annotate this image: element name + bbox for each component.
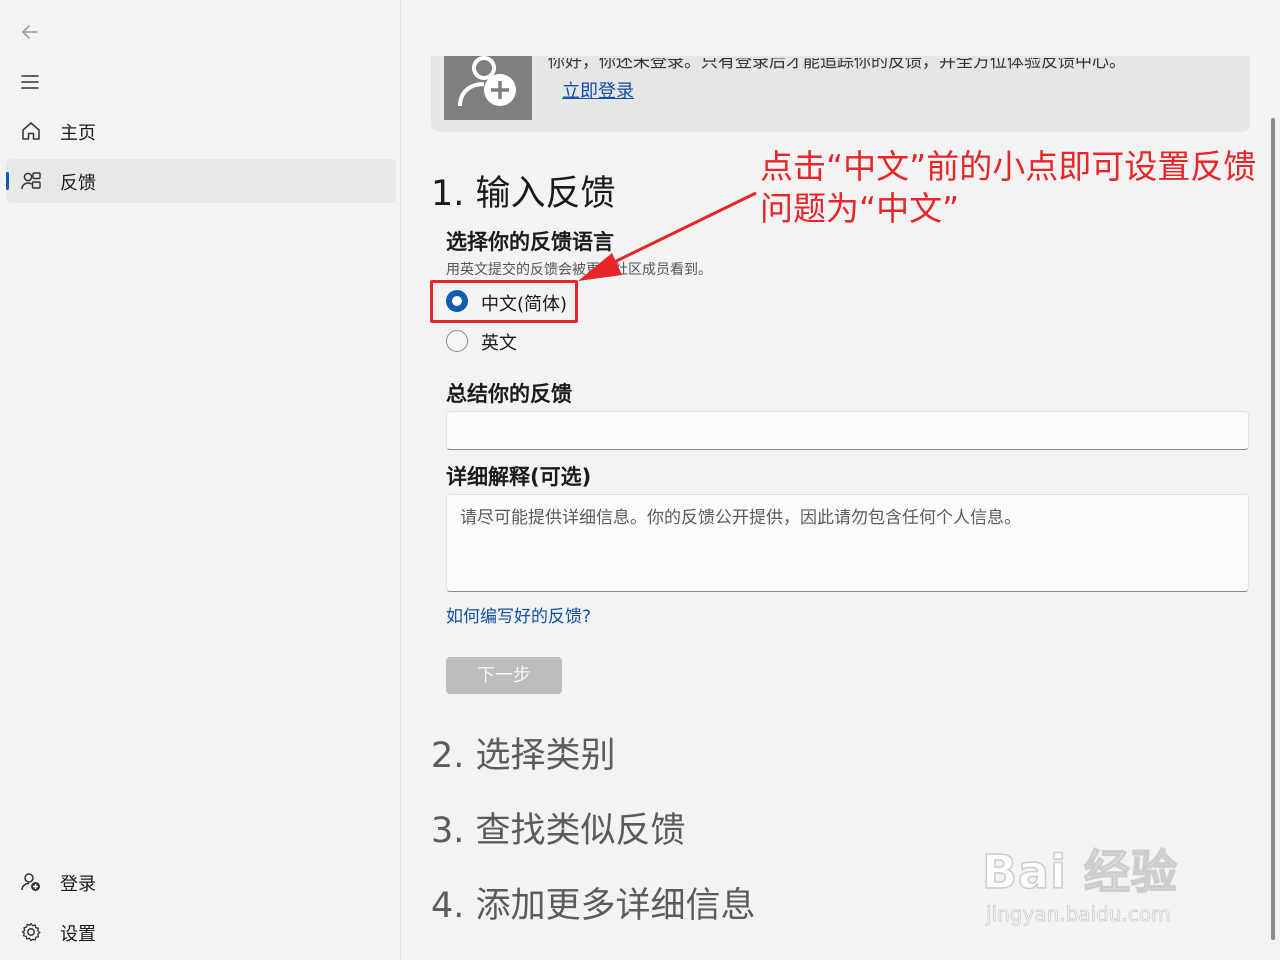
sidebar-item-home[interactable]: 主页 xyxy=(6,109,396,153)
next-button[interactable]: 下一步 xyxy=(446,657,562,694)
sidebar-item-feedback[interactable]: 反馈 xyxy=(6,159,396,203)
language-heading: 选择你的反馈语言 xyxy=(446,230,614,254)
menu-button[interactable] xyxy=(18,70,42,94)
sidebar-item-sign-in[interactable]: 登录 xyxy=(6,860,396,904)
step-3-title: 3. 查找类似反馈 xyxy=(431,811,686,851)
add-user-avatar xyxy=(444,56,532,120)
sign-in-icon xyxy=(20,871,42,893)
home-icon xyxy=(20,120,42,142)
sign-in-now-link[interactable]: 立即登录 xyxy=(562,77,634,103)
details-placeholder: 请尽可能提供详细信息。你的反馈公开提供，因此请勿包含任何个人信息。 xyxy=(460,508,1021,528)
details-heading: 详细解释(可选) xyxy=(446,465,592,489)
step-2-title: 2. 选择类别 xyxy=(431,736,616,776)
step-4-title: 4. 添加更多详细信息 xyxy=(431,886,756,926)
sidebar-item-settings[interactable]: 设置 xyxy=(6,910,396,954)
annotation-highlight-box xyxy=(430,280,578,323)
radio-english-label[interactable]: 英文 xyxy=(481,329,517,355)
back-arrow-icon xyxy=(22,25,38,39)
sidebar-item-label: 登录 xyxy=(60,874,96,895)
summary-heading: 总结你的反馈 xyxy=(446,382,572,406)
hamburger-icon xyxy=(21,75,39,89)
back-button[interactable] xyxy=(18,20,42,44)
sidebar-item-label: 设置 xyxy=(60,924,96,945)
selection-indicator xyxy=(6,172,9,190)
how-to-write-feedback-link[interactable]: 如何编写好的反馈? xyxy=(446,602,591,627)
scrollbar-thumb[interactable] xyxy=(1271,118,1275,940)
gear-icon xyxy=(20,921,42,943)
watermark-main: Bai 经验 xyxy=(981,844,1178,900)
summary-input[interactable] xyxy=(446,411,1249,450)
language-hint: 用英文提交的反馈会被更多社区成员看到。 xyxy=(446,262,712,278)
step-1-title: 1. 输入反馈 xyxy=(431,174,616,214)
radio-english[interactable] xyxy=(446,330,468,352)
add-user-icon xyxy=(458,56,516,107)
details-textarea[interactable]: 请尽可能提供详细信息。你的反馈公开提供，因此请勿包含任何个人信息。 xyxy=(446,494,1249,592)
feedback-icon xyxy=(20,170,42,192)
annotation-text: 点击“中文”前的小点即可设置反馈问题为“中文” xyxy=(760,147,1257,228)
sidebar-item-label: 反馈 xyxy=(60,173,96,194)
sidebar-item-label: 主页 xyxy=(60,123,96,144)
baidu-watermark: Bai 经验 jingyan.baidu.com xyxy=(981,820,1212,930)
watermark-url: jingyan.baidu.com xyxy=(986,902,1171,927)
sidebar: 主页 反馈 登录 设置 xyxy=(0,0,400,960)
